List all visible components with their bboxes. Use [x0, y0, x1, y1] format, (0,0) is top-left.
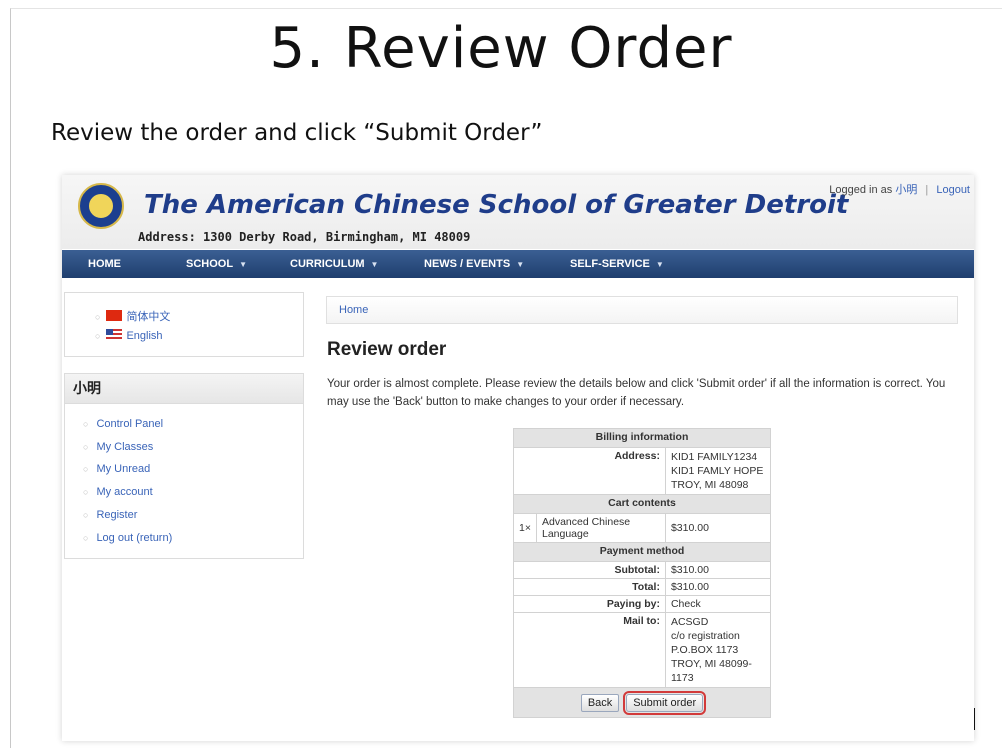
nav-home[interactable]: HOME — [88, 250, 121, 278]
menu-register[interactable]: ○ Register — [83, 509, 137, 521]
menu-log-out-label: Log out (return) — [96, 532, 173, 544]
order-review-table: Billing information Address: KID1 FAMILY… — [513, 428, 772, 718]
mail-to-line: c/o registration — [670, 630, 740, 642]
slide-subtitle: Review the order and click “Submit Order… — [51, 120, 543, 146]
cart-item: Advanced Chinese Language — [535, 513, 666, 543]
chevron-down-icon: ▼ — [239, 260, 247, 269]
paying-by-label: Paying by: — [513, 595, 666, 613]
menu-my-unread[interactable]: ○ My Unread — [83, 463, 150, 475]
logout-link[interactable]: Logout — [936, 184, 970, 196]
mail-to-line: ACSGD — [670, 616, 709, 628]
cart-price: $310.00 — [664, 513, 772, 543]
language-switcher: ○ 简体中文 ○ English — [64, 292, 304, 357]
logged-in-user-link[interactable]: 小明 — [895, 184, 917, 196]
site-name[interactable]: The American Chinese School of Greater D… — [144, 190, 848, 220]
menu-register-label: Register — [96, 509, 138, 521]
china-flag-icon — [106, 310, 123, 321]
nav-self-service[interactable]: SELF-SERVICE ▼ — [570, 250, 664, 278]
menu-my-account[interactable]: ○ My account — [83, 486, 153, 498]
breadcrumb-home-link[interactable]: Home — [339, 304, 368, 316]
subtotal-label: Subtotal: — [513, 561, 666, 579]
menu-control-panel-label: Control Panel — [96, 418, 164, 430]
back-button[interactable]: Back — [580, 693, 620, 712]
cart-header: Cart contents — [513, 494, 771, 514]
nav-curriculum[interactable]: CURRICULUM ▼ — [290, 250, 378, 278]
mail-to-line: TROY, MI 48099-1173 — [670, 658, 752, 684]
breadcrumb: Home — [326, 296, 958, 324]
subtotal-value: $310.00 — [664, 561, 772, 579]
bullet-icon: ○ — [83, 419, 89, 429]
address-line: TROY, MI 48098 — [670, 479, 749, 491]
website-screenshot: The American Chinese School of Greater D… — [62, 175, 974, 741]
payment-header: Payment method — [513, 542, 771, 562]
mail-to-label: Mail to: — [513, 612, 666, 688]
page-title: Review order — [327, 339, 447, 360]
billing-header: Billing information — [513, 428, 771, 448]
nav-school-label: SCHOOL — [186, 258, 234, 270]
bullet-icon: ○ — [95, 331, 101, 341]
login-bar: Logged in as 小明 | Logout — [829, 181, 970, 197]
cart-qty: 1× — [513, 513, 537, 543]
menu-my-account-label: My account — [96, 486, 153, 498]
language-english-label: English — [126, 330, 163, 342]
site-header: The American Chinese School of Greater D… — [62, 175, 974, 249]
language-english[interactable]: ○ English — [95, 329, 163, 342]
us-flag-icon — [106, 329, 123, 340]
total-value: $310.00 — [664, 578, 772, 596]
order-intro-text: Your order is almost complete. Please re… — [327, 378, 946, 408]
total-label: Total: — [513, 578, 666, 596]
billing-address: KID1 FAMILY1234 KID1 FAMLY HOPE TROY, MI… — [664, 447, 772, 495]
nav-news-events[interactable]: NEWS / EVENTS ▼ — [424, 250, 524, 278]
language-chinese[interactable]: ○ 简体中文 — [95, 308, 170, 324]
slide-title: 5. Review Order — [269, 16, 733, 81]
menu-my-unread-label: My Unread — [96, 463, 151, 475]
mail-to-line: P.O.BOX 1173 — [670, 644, 739, 656]
chevron-down-icon: ▼ — [370, 260, 379, 269]
paying-by-value: Check — [664, 595, 772, 613]
submit-order-button[interactable]: Submit order — [623, 690, 707, 715]
address-line: KID1 FAMILY1234 — [670, 451, 758, 463]
menu-my-classes[interactable]: ○ My Classes — [83, 441, 153, 453]
mail-to-address: ACSGD c/o registration P.O.BOX 1173 TROY… — [664, 612, 772, 688]
address-label: Address: — [513, 447, 666, 495]
chevron-down-icon: ▼ — [655, 260, 664, 269]
text-cursor — [974, 708, 975, 730]
bullet-icon: ○ — [83, 510, 89, 520]
site-address: Address: 1300 Derby Road, Birmingham, MI… — [138, 230, 471, 244]
user-menu-title: 小明 — [65, 374, 303, 404]
nav-self-service-label: SELF-SERVICE — [570, 258, 650, 270]
bullet-icon: ○ — [83, 533, 89, 543]
login-separator: | — [925, 184, 929, 196]
nav-curriculum-label: CURRICULUM — [290, 258, 365, 270]
menu-log-out[interactable]: ○ Log out (return) — [83, 532, 172, 544]
nav-school[interactable]: SCHOOL ▼ — [186, 250, 247, 278]
nav-news-events-label: NEWS / EVENTS — [424, 258, 511, 270]
bullet-icon: ○ — [95, 312, 101, 322]
login-prefix: Logged in as — [829, 184, 893, 196]
nav-home-label: HOME — [88, 258, 121, 270]
address-line: KID1 FAMLY HOPE — [670, 465, 764, 477]
bullet-icon: ○ — [83, 464, 89, 474]
menu-my-classes-label: My Classes — [96, 441, 154, 453]
menu-control-panel[interactable]: ○ Control Panel — [83, 418, 163, 430]
language-chinese-label: 简体中文 — [126, 311, 171, 323]
bullet-icon: ○ — [83, 442, 89, 452]
bullet-icon: ○ — [83, 487, 89, 497]
user-menu: 小明 ○ Control Panel ○ My Classes ○ My Unread… — [64, 373, 304, 559]
order-actions: Back Submit order — [513, 687, 771, 718]
chevron-down-icon: ▼ — [516, 260, 525, 269]
school-logo-icon[interactable] — [78, 183, 124, 229]
main-nav: HOME SCHOOL ▼ CURRICULUM ▼ NEWS / EVENTS ▼ … — [62, 250, 974, 278]
